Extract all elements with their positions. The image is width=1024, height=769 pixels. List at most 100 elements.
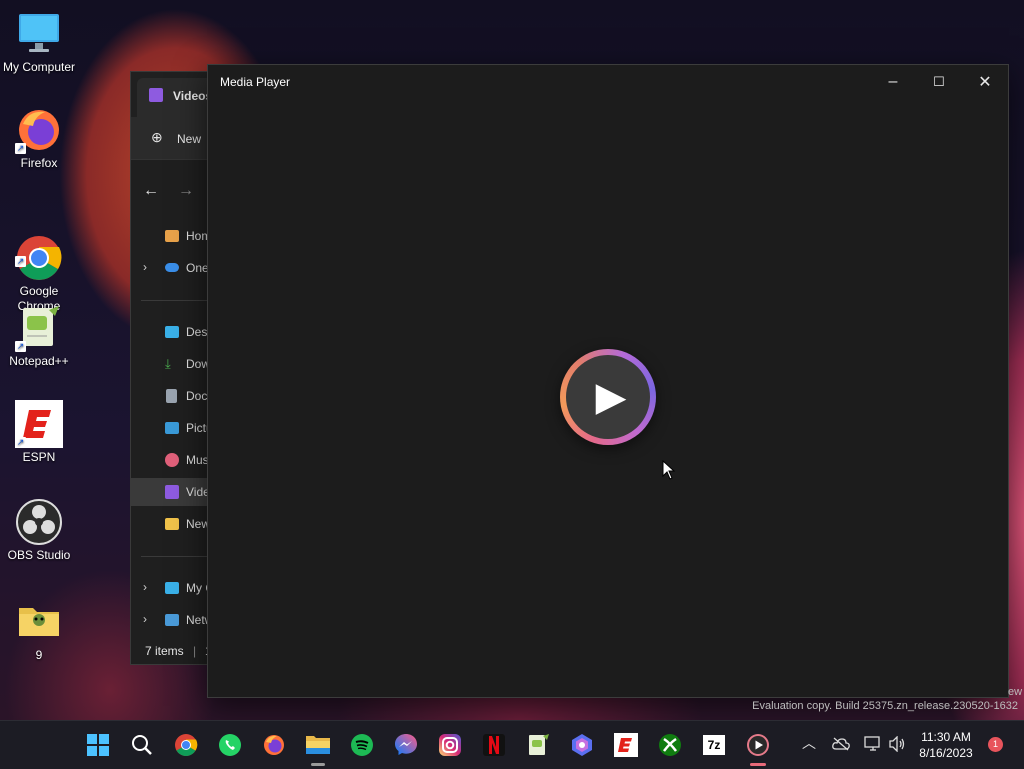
instagram-icon xyxy=(439,734,461,756)
espn-icon xyxy=(614,733,638,757)
cloud-icon xyxy=(165,263,179,272)
desktop-icon-label: 9 xyxy=(35,648,43,662)
music-icon xyxy=(165,453,179,467)
shortcut-arrow-icon: ↗ xyxy=(15,341,26,352)
media-player-icon xyxy=(747,734,769,756)
volume-icon[interactable] xyxy=(888,736,906,752)
document-icon xyxy=(166,389,177,403)
notepad-plus-plus-icon xyxy=(529,734,549,755)
chevron-up-icon[interactable]: ︿ xyxy=(802,733,816,753)
media-player-window[interactable]: Media Player – ☐ ✕ ▶ xyxy=(207,64,1009,698)
desktop-icon-espn[interactable]: ↗ ESPN xyxy=(0,400,78,465)
7zip-icon: 7z xyxy=(703,735,725,755)
evaluation-watermark: Evaluation copy. Build 25375.zn_release.… xyxy=(752,700,1018,712)
shortcut-arrow-icon: ↗ xyxy=(15,256,26,267)
xbox-icon xyxy=(659,734,681,756)
chevron-right-icon[interactable]: › xyxy=(143,580,147,594)
system-clock[interactable]: 11:30 AM 8/16/2023 xyxy=(906,729,986,761)
desktop-icon-label: ESPN xyxy=(22,450,56,464)
play-icon: ▶ xyxy=(595,375,627,419)
clock-time: 11:30 AM xyxy=(921,730,971,744)
taskbar-chrome[interactable] xyxy=(171,730,201,760)
desktop-icon-folder-9[interactable]: 9 xyxy=(0,598,78,663)
desktop-icon-notepad-plus-plus[interactable]: ↗ Notepad++ xyxy=(0,304,78,369)
monitor-icon xyxy=(165,582,179,594)
play-button[interactable]: ▶ xyxy=(560,349,656,445)
home-icon xyxy=(165,230,179,242)
taskbar-whatsapp[interactable] xyxy=(215,730,245,760)
taskbar-firefox[interactable] xyxy=(259,730,289,760)
desktop-icon-label: Notepad++ xyxy=(9,354,69,368)
notepad-plus-plus-icon: ↗ xyxy=(15,304,63,352)
videos-icon xyxy=(165,485,179,499)
play-button-inner: ▶ xyxy=(566,355,650,439)
desktop-icon-label: Firefox xyxy=(20,156,58,170)
desktop-icon-label: My Computer xyxy=(2,60,76,74)
taskbar: 7z ︿ 11:30 AM 8/16/2023 1 xyxy=(0,720,1024,769)
shortcut-arrow-icon: ↗ xyxy=(15,437,26,448)
onedrive-cloud-icon[interactable] xyxy=(832,737,850,751)
search-icon xyxy=(132,735,152,755)
chrome-icon: ↗ xyxy=(15,219,63,280)
network-icon xyxy=(165,614,179,626)
notification-badge[interactable]: 1 xyxy=(988,737,1003,752)
taskbar-xbox[interactable] xyxy=(655,730,685,760)
desktop-icon-obs-studio[interactable]: OBS Studio xyxy=(0,498,78,563)
taskbar-notepad-plus-plus[interactable] xyxy=(523,730,553,760)
taskbar-espn[interactable] xyxy=(611,730,641,760)
windows-icon xyxy=(87,734,109,756)
plus-circle-icon: ⊕ xyxy=(151,129,163,145)
network-icon[interactable] xyxy=(864,736,882,752)
desktop-icon xyxy=(165,326,179,338)
active-indicator xyxy=(750,763,766,766)
espn-icon: ↗ xyxy=(15,400,63,448)
start-button[interactable] xyxy=(83,730,113,760)
minimize-button[interactable]: – xyxy=(870,65,916,99)
obs-icon xyxy=(15,498,63,546)
desktop-icon-my-computer[interactable]: My Computer xyxy=(0,10,78,75)
firefox-icon xyxy=(264,735,284,755)
forward-arrow-icon[interactable]: → xyxy=(178,182,194,200)
copilot-icon xyxy=(572,734,592,756)
taskbar-spotify[interactable] xyxy=(347,730,377,760)
minimize-icon: – xyxy=(888,73,898,90)
mouse-cursor-icon xyxy=(662,460,676,480)
close-icon: ✕ xyxy=(978,74,992,91)
new-button[interactable]: New xyxy=(177,132,201,146)
chevron-right-icon[interactable]: › xyxy=(143,260,147,274)
taskbar-media-player[interactable] xyxy=(743,730,773,766)
whatsapp-icon xyxy=(219,734,241,756)
desktop-icon-firefox[interactable]: ↗ Firefox xyxy=(0,106,78,171)
desktop-icon-google-chrome[interactable]: ↗ Google Chrome xyxy=(0,204,78,314)
running-indicator xyxy=(311,763,325,766)
spotify-icon xyxy=(351,734,373,756)
window-title: Media Player xyxy=(220,75,291,89)
maximize-button[interactable]: ☐ xyxy=(916,65,962,99)
messenger-icon xyxy=(395,734,417,755)
taskbar-messenger[interactable] xyxy=(391,730,421,760)
taskbar-instagram[interactable] xyxy=(435,730,465,760)
taskbar-file-explorer[interactable] xyxy=(303,730,333,766)
folder-icon xyxy=(15,598,63,646)
download-icon: ⤓ xyxy=(165,356,171,371)
maximize-icon: ☐ xyxy=(933,74,945,89)
taskbar-netflix[interactable] xyxy=(479,730,509,760)
taskbar-copilot[interactable] xyxy=(567,730,597,760)
desktop-icon-label: OBS Studio xyxy=(7,548,71,562)
pictures-icon xyxy=(165,422,179,434)
firefox-icon: ↗ xyxy=(15,106,63,154)
folder-icon xyxy=(306,736,330,754)
chevron-right-icon[interactable]: › xyxy=(143,612,147,626)
folder-icon xyxy=(165,518,179,530)
status-separator: | xyxy=(193,644,197,658)
back-arrow-icon[interactable]: ← xyxy=(143,182,159,200)
videos-icon xyxy=(149,88,163,102)
search-button[interactable] xyxy=(127,730,157,760)
netflix-icon xyxy=(483,734,505,756)
chrome-icon xyxy=(175,734,198,756)
close-button[interactable]: ✕ xyxy=(962,65,1008,99)
monitor-icon xyxy=(15,10,63,58)
watermark-partial: ew xyxy=(1008,686,1023,698)
status-item-count: 7 items xyxy=(145,644,184,658)
taskbar-7zip[interactable]: 7z xyxy=(699,730,729,760)
